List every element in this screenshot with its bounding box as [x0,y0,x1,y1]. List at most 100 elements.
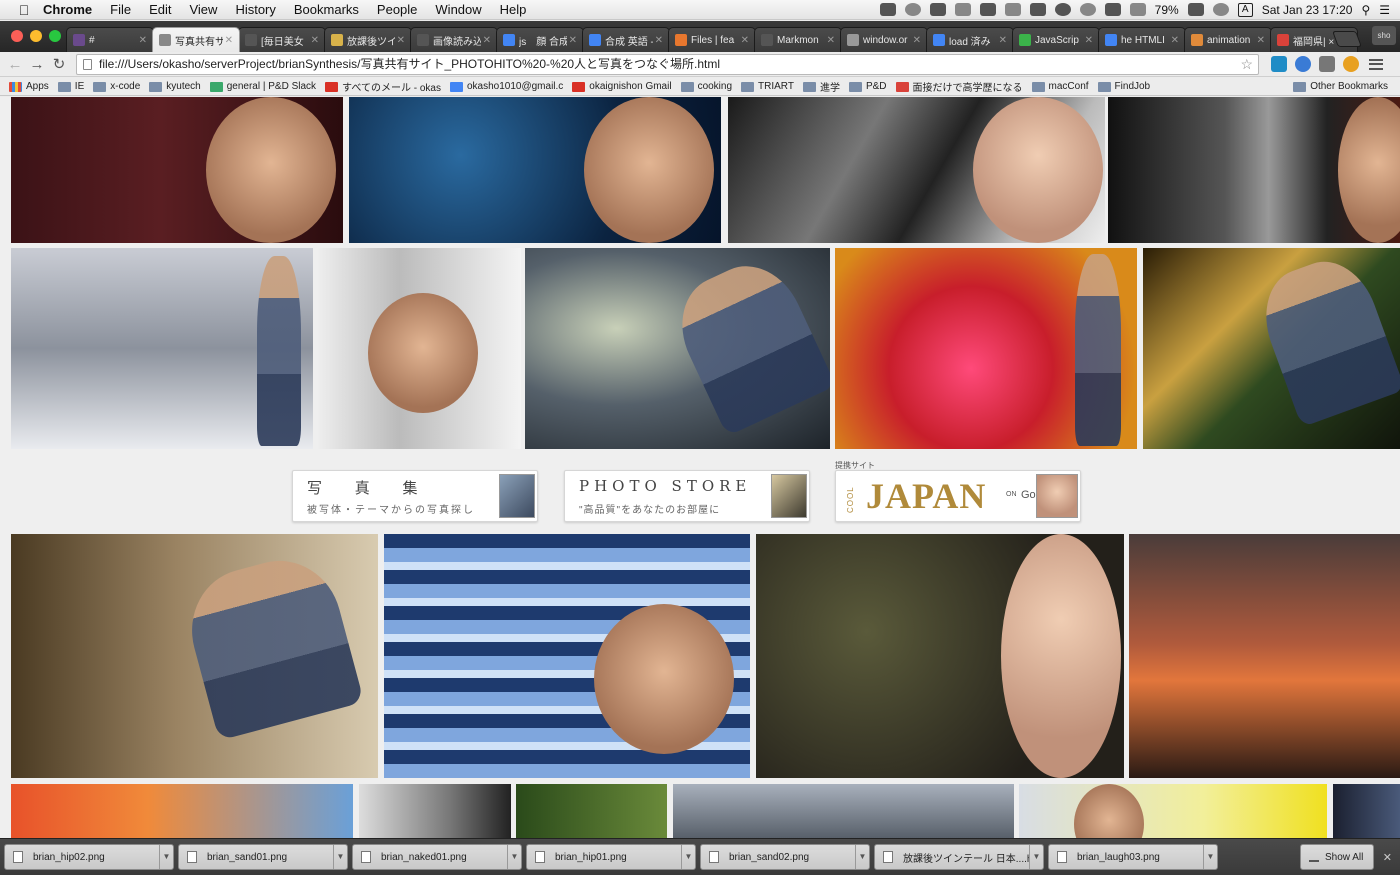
download-item[interactable]: brian_laugh03.png ▼ [1048,844,1218,870]
menu-window[interactable]: Window [426,2,490,17]
download-item[interactable]: brian_sand02.png ▼ [700,844,870,870]
bookmark-item[interactable]: okasho1010@gmail.c [449,81,563,92]
apple-menu-icon[interactable]:  [14,2,34,18]
tab-close-icon[interactable]: ✕ [999,35,1007,46]
browser-tab[interactable]: animation ✕ [1184,27,1272,52]
window-close-button[interactable] [11,30,23,42]
menu-people[interactable]: People [368,2,426,17]
back-button[interactable]: ← [4,56,26,73]
download-item[interactable]: brian_naked01.png ▼ [352,844,522,870]
tab-close-icon[interactable]: ✕ [913,35,921,46]
input-source-icon[interactable]: A [1237,2,1253,17]
browser-tab[interactable]: load 済み ✕ [926,27,1014,52]
tab-close-icon[interactable]: ✕ [741,35,749,46]
wifi-icon[interactable] [1212,3,1229,16]
download-item[interactable]: brian_hip01.png ▼ [526,844,696,870]
lightning-extension-icon[interactable] [1319,56,1335,72]
bookmark-item[interactable]: TRIART [741,81,794,92]
download-menu-chevron-icon[interactable]: ▼ [1029,845,1043,869]
menu-app-name[interactable]: Chrome [34,2,101,17]
photo-bw-texture[interactable] [359,784,511,838]
photo-camera-lens[interactable] [1108,97,1400,243]
shield-icon[interactable] [929,3,946,16]
browser-tab[interactable]: [毎日美女 ✕ [238,27,326,52]
photo-red-flower[interactable] [835,248,1137,449]
download-item[interactable]: 放課後ツインテール 日本....html▼ [874,844,1044,870]
bookmark-item[interactable]: FindJob [1097,81,1150,92]
bookmark-item[interactable]: P&D [848,81,887,92]
window-minimize-button[interactable] [30,30,42,42]
close-downloads-icon[interactable]: ✕ [1383,851,1392,864]
reload-button[interactable]: ↻ [48,55,70,73]
bookmark-item[interactable]: Apps [9,81,49,92]
tab-close-icon[interactable]: ✕ [311,35,319,46]
bookmark-item[interactable]: macConf [1031,81,1089,92]
tab-close-icon[interactable]: ✕ [139,35,147,46]
menu-bookmarks[interactable]: Bookmarks [285,2,368,17]
browser-tab[interactable]: 合成 英語 - ✕ [582,27,670,52]
screen-share-icon[interactable] [1029,3,1046,16]
bookmark-item[interactable]: okaignishon Gmail [572,81,672,92]
spotlight-search-icon[interactable]: ⚲ [1361,3,1370,17]
tab-close-icon[interactable]: ✕ [1085,35,1093,46]
photo-sunset-field[interactable] [1129,534,1400,778]
download-item[interactable]: brian_sand01.png ▼ [178,844,348,870]
browser-tab[interactable]: Markmon ✕ [754,27,842,52]
download-item[interactable]: brian_hip02.png ▼ [4,844,174,870]
photo-sepia-street-jump[interactable] [11,534,378,778]
photo-autumn-leaves[interactable] [11,784,353,838]
download-menu-chevron-icon[interactable]: ▼ [507,845,521,869]
bookmark-item[interactable]: すべてのメール - okas [325,79,441,94]
forward-button[interactable]: → [26,56,48,73]
address-bar[interactable]: file:///Users/okasho/serverProject/brian… [76,53,1259,75]
download-menu-chevron-icon[interactable]: ▼ [681,845,695,869]
bookmark-star-icon[interactable]: ☆ [1240,55,1253,74]
photo-station-jump[interactable] [1143,248,1400,449]
tab-close-icon[interactable]: ✕ [827,35,835,46]
dropbox-icon[interactable] [1004,3,1021,16]
download-menu-chevron-icon[interactable]: ▼ [1203,845,1217,869]
cool-japan-banner[interactable]: COOL JAPAN ON Goo [835,470,1081,522]
browser-tab[interactable]: 画像読み込 ✕ [410,27,498,52]
window-zoom-button[interactable] [49,30,61,42]
browser-tab[interactable]: window.or ✕ [840,27,928,52]
profile-button[interactable]: sho [1372,26,1396,45]
browser-tab[interactable]: # ✕ [66,27,154,52]
time-machine-icon[interactable] [1054,3,1071,16]
battery-percent[interactable]: 79% [1155,3,1179,17]
photo-green-leaves[interactable] [516,784,667,838]
browser-tab[interactable]: he HTMLI ✕ [1098,27,1186,52]
markmon-extension-icon[interactable] [1271,56,1287,72]
photo-city-mountain[interactable] [673,784,1014,838]
photo-dark-partial[interactable] [1333,784,1400,838]
bookmark-item[interactable]: x-code [93,81,140,92]
download-menu-chevron-icon[interactable]: ▼ [855,845,869,869]
photo-eating-grayscale[interactable] [318,248,521,449]
creative-cloud-icon[interactable] [904,3,921,16]
tab-close-icon[interactable]: ✕ [225,35,233,46]
tab-close-icon[interactable]: ✕ [483,35,491,46]
browser-tab[interactable]: Files | fea ✕ [668,27,756,52]
tab-close-icon[interactable]: ✕ [655,35,663,46]
photo-blossoms-naked[interactable] [756,534,1124,778]
google-drive-icon[interactable] [879,3,896,16]
mascot-extension-icon[interactable] [1343,56,1359,72]
menu-view[interactable]: View [180,2,226,17]
tab-close-icon[interactable]: ✕ [1171,35,1179,46]
menu-help[interactable]: Help [491,2,536,17]
menubar-clock[interactable]: Sat Jan 23 17:20 [1262,3,1353,17]
photo-naked-metal-sign[interactable] [728,97,1105,243]
download-menu-chevron-icon[interactable]: ▼ [159,845,173,869]
tab-close-icon[interactable]: ✕ [569,35,577,46]
browser-tab[interactable]: 放課後ツイ ✕ [324,27,412,52]
bookmark-item[interactable]: cooking [680,81,732,92]
bookmark-item[interactable]: IE [57,81,84,92]
menu-file[interactable]: File [101,2,140,17]
download-menu-chevron-icon[interactable]: ▼ [333,845,347,869]
bookmark-item[interactable]: general | P&D Slack [209,81,316,92]
tab-close-icon[interactable]: ✕ [397,35,405,46]
globe-extension-icon[interactable] [1295,56,1311,72]
browser-tab[interactable]: JavaScrip ✕ [1012,27,1100,52]
bookmark-item[interactable]: 進学 [802,79,840,94]
show-all-downloads-button[interactable]: Show All [1300,844,1374,870]
